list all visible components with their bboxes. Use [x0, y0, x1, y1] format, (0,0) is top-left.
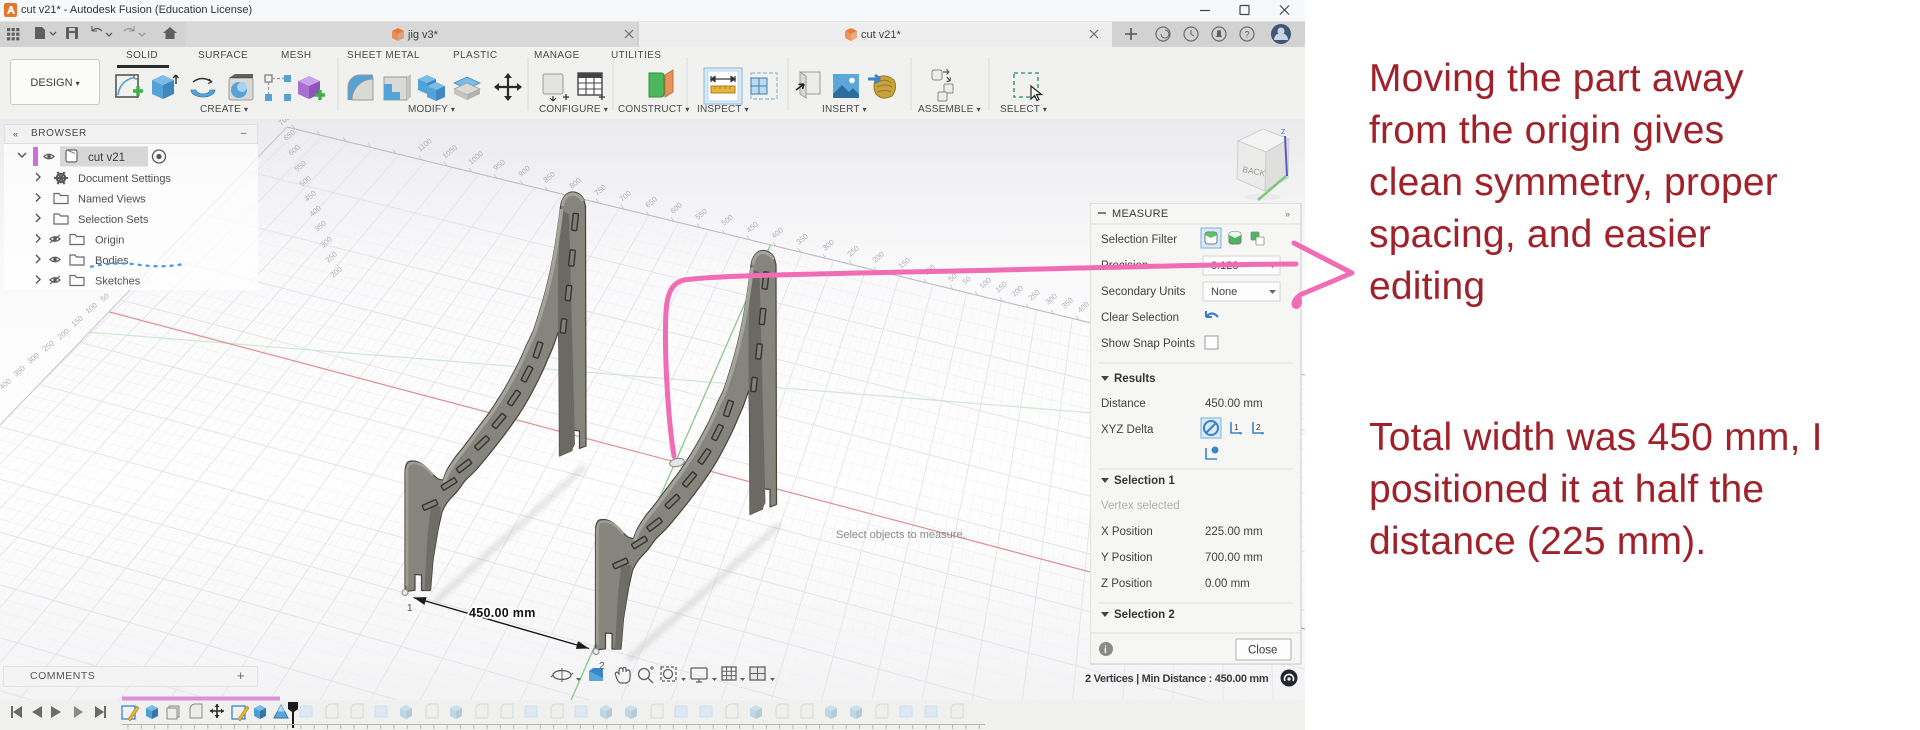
- svg-text:»: »: [1285, 209, 1290, 219]
- svg-text:None: None: [1211, 286, 1237, 298]
- svg-text:225.00 mm: 225.00 mm: [1205, 526, 1263, 538]
- svg-text:Distance: Distance: [1101, 398, 1146, 410]
- svg-text:Precision: Precision: [1101, 260, 1148, 272]
- svg-text:Y Position: Y Position: [1101, 552, 1153, 564]
- svg-text:Results: Results: [1114, 373, 1156, 385]
- svg-text:1: 1: [407, 603, 413, 614]
- svg-text:Origin: Origin: [95, 235, 124, 247]
- svg-text:Named Views: Named Views: [78, 194, 146, 206]
- svg-text:0.123: 0.123: [1211, 260, 1239, 272]
- svg-text:450.00 mm: 450.00 mm: [1205, 398, 1263, 410]
- svg-text:0.00 mm: 0.00 mm: [1205, 578, 1250, 590]
- svg-text:MEASURE: MEASURE: [1112, 208, 1169, 220]
- svg-text:cut v21*: cut v21*: [861, 29, 901, 41]
- svg-text:Bodies: Bodies: [95, 255, 129, 267]
- svg-text:i: i: [1104, 645, 1107, 656]
- svg-text:XYZ Delta: XYZ Delta: [1101, 424, 1154, 436]
- svg-text:Selection Filter: Selection Filter: [1101, 234, 1177, 246]
- svg-text:1: 1: [1234, 423, 1239, 432]
- svg-text:Selection 1: Selection 1: [1114, 475, 1175, 487]
- svg-text:Z: Z: [1281, 129, 1286, 136]
- svg-text:jig v3*: jig v3*: [407, 29, 439, 41]
- svg-text:2: 2: [1256, 423, 1261, 432]
- svg-text:Sketches: Sketches: [95, 276, 141, 288]
- svg-text:cut v21: cut v21: [88, 152, 125, 164]
- svg-text:Clear Selection: Clear Selection: [1101, 312, 1179, 324]
- svg-text:?: ?: [1245, 30, 1250, 40]
- svg-text:700.00 mm: 700.00 mm: [1205, 552, 1263, 564]
- svg-text:Close: Close: [1248, 645, 1277, 657]
- svg-text:Selection 2: Selection 2: [1114, 609, 1175, 621]
- svg-text:Selection Sets: Selection Sets: [78, 214, 149, 226]
- svg-text:X Position: X Position: [1101, 526, 1153, 538]
- svg-text:Document Settings: Document Settings: [78, 173, 171, 185]
- svg-text:450.00 mm: 450.00 mm: [469, 606, 536, 620]
- svg-text:Secondary Units: Secondary Units: [1101, 286, 1186, 298]
- svg-text:Vertex selected: Vertex selected: [1101, 500, 1180, 512]
- svg-text:Show Snap Points: Show Snap Points: [1101, 338, 1195, 350]
- svg-text:Z Position: Z Position: [1101, 578, 1152, 590]
